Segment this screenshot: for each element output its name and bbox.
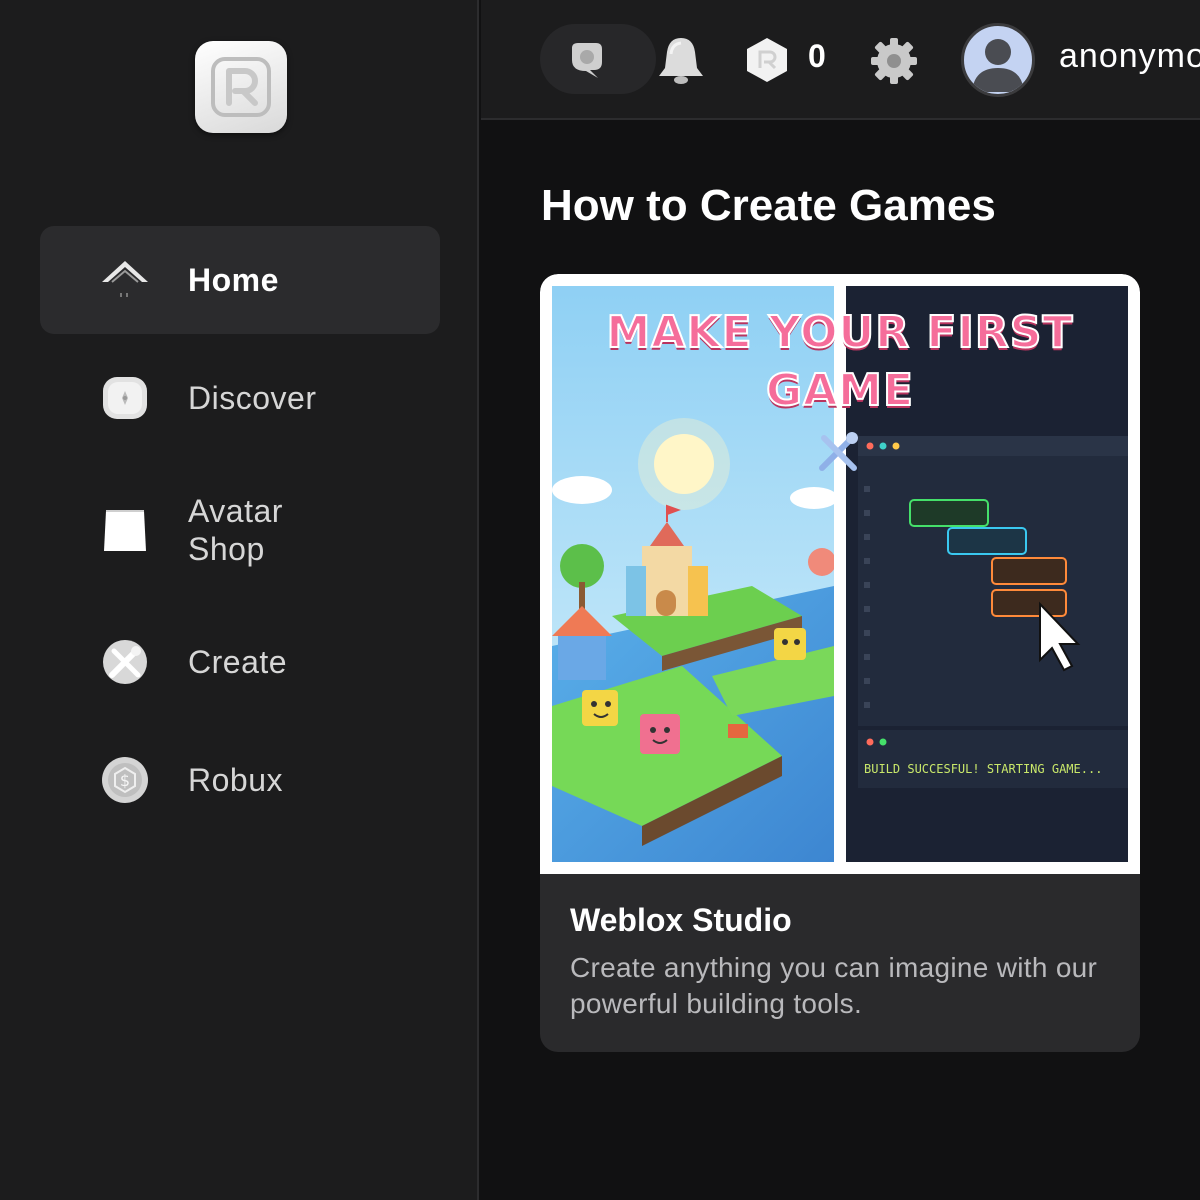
- sidebar-item-label: Discover: [188, 380, 317, 416]
- sidebar-item-label: Avatar Shop: [188, 493, 283, 567]
- sidebar-item-robux[interactable]: $ Robux: [40, 726, 440, 834]
- card-thumbnail: MAKE YOUR FIRST GAME BUILD SUCCESFUL! ST…: [540, 274, 1140, 874]
- logo-icon: [211, 57, 271, 117]
- home-icon: [102, 261, 148, 297]
- console-output: BUILD SUCCESFUL! STARTING GAME...: [864, 762, 1103, 776]
- sidebar-item-discover[interactable]: Discover: [40, 344, 440, 452]
- discover-icon: [103, 377, 147, 419]
- page-title: How to Create Games: [541, 181, 996, 230]
- avatar[interactable]: [961, 23, 1035, 97]
- avatar-shop-icon: [104, 510, 146, 551]
- user-icon: [972, 39, 1024, 92]
- tools-icon: [819, 432, 858, 471]
- sidebar-item-create[interactable]: Create: [40, 608, 440, 716]
- studio-card[interactable]: MAKE YOUR FIRST GAME BUILD SUCCESFUL! ST…: [540, 274, 1140, 1052]
- svg-text:$: $: [120, 771, 130, 790]
- search-button[interactable]: [540, 24, 656, 94]
- robux-icon: $: [102, 757, 148, 803]
- username[interactable]: anonymous: [1059, 37, 1200, 76]
- search-icon: [572, 43, 602, 78]
- card-title: Weblox Studio: [570, 902, 792, 938]
- sidebar-item-label: Home: [188, 262, 279, 298]
- create-icon: [103, 640, 147, 684]
- sidebar-item-label: Robux: [188, 762, 283, 798]
- sidebar-item-home[interactable]: Home: [40, 226, 440, 334]
- app: Home Discover Avatar Shop Create $ Robux…: [0, 0, 1200, 1200]
- app-logo[interactable]: [195, 41, 287, 133]
- robux-count: 0: [808, 38, 826, 74]
- gear-icon[interactable]: [869, 36, 919, 86]
- bell-icon[interactable]: [657, 34, 705, 86]
- robux-balance-icon[interactable]: [743, 36, 791, 84]
- top-bar: 0 anonymous: [481, 0, 1200, 120]
- banner-text: MAKE YOUR FIRST GAME: [606, 306, 1074, 417]
- sidebar: Home Discover Avatar Shop Create $ Robux: [0, 0, 479, 1200]
- sidebar-item-avatar-shop[interactable]: Avatar Shop: [40, 476, 440, 584]
- sidebar-item-label: Create: [188, 644, 288, 680]
- card-description: Create anything you can imagine with our…: [570, 952, 1098, 1019]
